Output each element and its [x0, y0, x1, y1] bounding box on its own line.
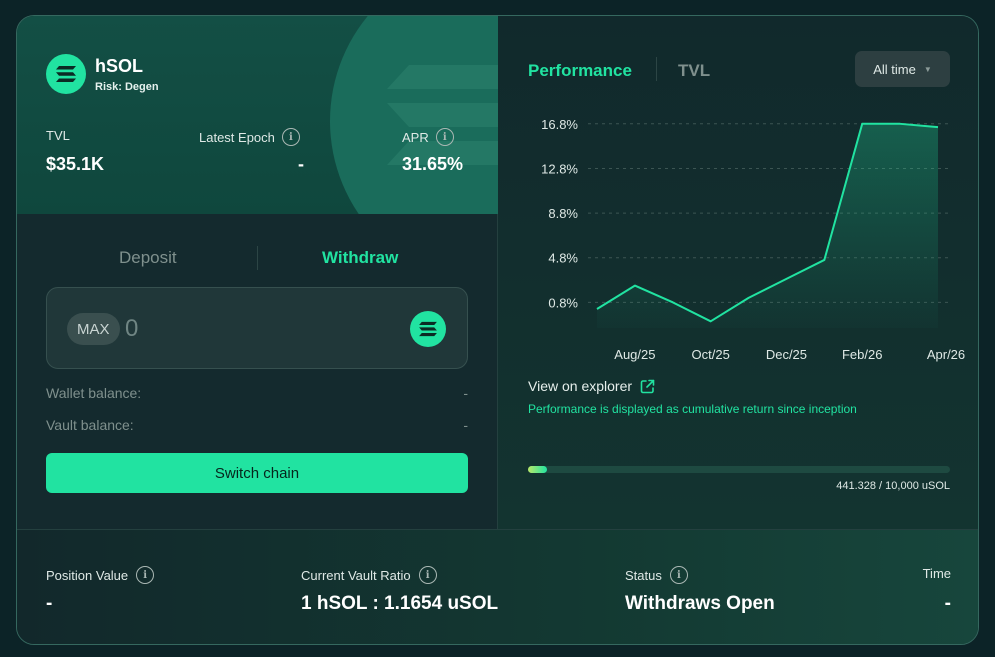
x-tick-label: Dec/25 [766, 347, 807, 362]
capacity-text: 441.328 / 10,000 uSOL [836, 480, 950, 492]
info-icon[interactable]: i [435, 128, 454, 146]
time-label: Time [923, 566, 951, 581]
vault-balance-label: Vault balance: [46, 417, 134, 433]
epoch-label: Latest Epoch i [199, 128, 300, 146]
token-solana-icon [410, 311, 446, 347]
x-tick-label: Apr/26 [927, 347, 965, 362]
amount-input[interactable] [125, 312, 325, 346]
time-range-select[interactable]: All time ▼ [855, 51, 950, 87]
position-label-text: Position Value [46, 567, 129, 583]
tab-divider [257, 246, 258, 270]
y-tick-label: 16.8% [541, 117, 578, 132]
wallet-balance-label: Wallet balance: [46, 385, 142, 401]
vault-card: hSOL Risk: Degen TVL $35.1K Latest Epoch… [16, 15, 979, 645]
status-label-text: Status [625, 567, 662, 583]
chart-panel: Performance TVL All time ▼ 16.8% 12.8% 8.8… [498, 16, 978, 529]
position-value-label: Position Value i [46, 566, 155, 584]
apr-label: APR i [402, 128, 454, 146]
time-range-value: All time [873, 61, 916, 77]
y-tick-label: 8.8% [548, 206, 578, 221]
y-tick-label: 0.8% [548, 295, 578, 310]
solana-logo-icon [46, 54, 86, 94]
external-link-icon [640, 379, 655, 393]
capacity-progress-bar [528, 466, 950, 473]
apr-label-text: APR [402, 129, 429, 145]
time-label-text: Time [922, 566, 951, 581]
tab-divider [656, 57, 657, 81]
vault-balance-value: - [463, 417, 468, 433]
x-tick-label: Feb/26 [842, 347, 882, 362]
explorer-label: View on explorer [528, 378, 633, 394]
tab-tvl[interactable]: TVL [678, 61, 710, 81]
chevron-down-icon: ▼ [923, 64, 932, 74]
info-icon[interactable]: i [281, 128, 300, 146]
time-value: - [944, 593, 951, 614]
vault-ratio-label: Current Vault Ratio i [301, 566, 437, 584]
x-tick-label: Aug/25 [614, 347, 655, 362]
epoch-value: - [298, 154, 304, 174]
tab-deposit[interactable]: Deposit [119, 248, 177, 268]
vault-risk: Risk: Degen [95, 81, 159, 93]
capacity-progress-fill [528, 466, 547, 473]
performance-chart: 16.8% 12.8% 8.8% 4.8% 0.8% Aug/25 Oct/25 Dec/25… [541, 117, 965, 362]
performance-note: Performance is displayed as cumulative r… [528, 402, 857, 416]
info-icon[interactable]: i [418, 566, 437, 584]
position-value: - [46, 593, 53, 614]
switch-chain-button[interactable]: Switch chain [46, 453, 468, 493]
ratio-label-text: Current Vault Ratio [301, 567, 411, 583]
position-footer: Position Value i - Current Vault Ratio i… [17, 529, 978, 644]
x-tick-label: Oct/25 [692, 347, 730, 362]
tvl-label: TVL [46, 128, 70, 143]
status-label: Status i [625, 566, 688, 584]
vault-name: hSOL [95, 56, 143, 76]
tvl-value: $35.1K [46, 154, 105, 174]
view-on-explorer-link[interactable]: View on explorer [528, 378, 655, 394]
vault-header: hSOL Risk: Degen TVL $35.1K Latest Epoch… [17, 16, 498, 214]
tab-withdraw[interactable]: Withdraw [322, 248, 398, 268]
wallet-balance-row: Wallet balance: - [46, 385, 468, 401]
tvl-label-text: TVL [46, 128, 70, 143]
info-icon[interactable]: i [136, 566, 155, 584]
vault-ratio-value: 1 hSOL : 1.1654 uSOL [301, 593, 499, 614]
vault-balance-row: Vault balance: - [46, 417, 468, 433]
wallet-balance-value: - [463, 385, 468, 401]
amount-field: MAX [46, 287, 468, 369]
tab-performance[interactable]: Performance [528, 61, 632, 81]
performance-area [597, 123, 938, 329]
status-value: Withdraws Open [625, 593, 775, 614]
epoch-label-text: Latest Epoch [199, 129, 275, 145]
max-button[interactable]: MAX [67, 313, 120, 345]
y-tick-label: 4.8% [548, 251, 578, 266]
apr-value: 31.65% [402, 154, 464, 174]
y-tick-label: 12.8% [541, 161, 578, 176]
info-icon[interactable]: i [669, 566, 688, 584]
